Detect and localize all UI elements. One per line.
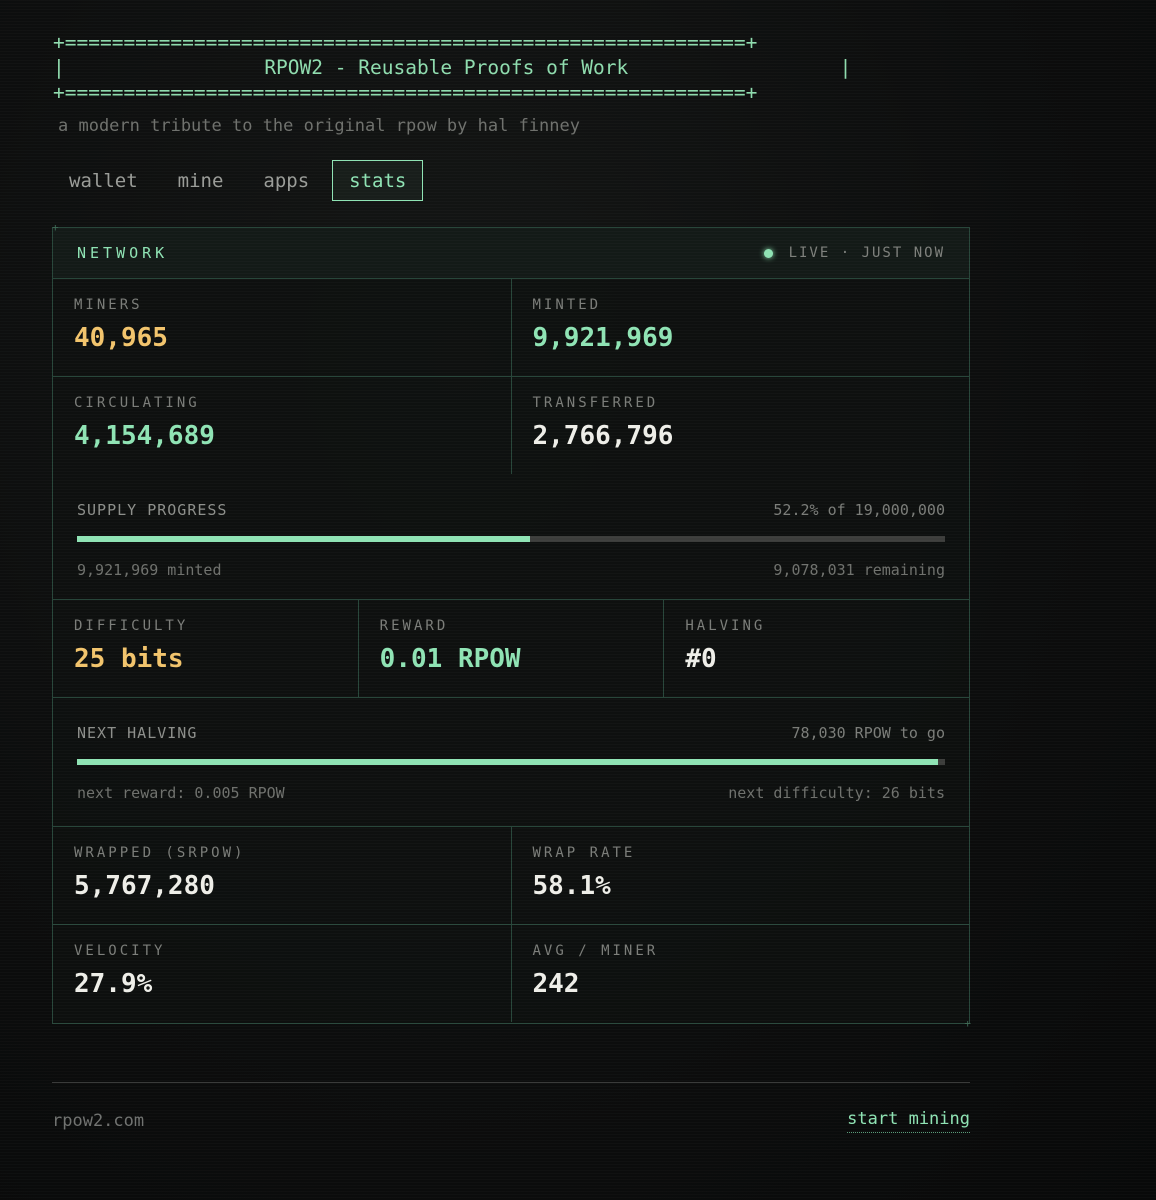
stat-label: AVG / MINER [532, 943, 659, 959]
stat-value: 5,767,280 [74, 871, 215, 901]
network-panel: + + NETWORK LIVE · JUST NOW MINERS 40,96… [52, 222, 971, 1029]
param-value: 0.01 RPOW [379, 644, 521, 674]
tagline: a modern tribute to the original rpow by… [58, 116, 580, 136]
stat-wrap-rate: WRAP RATE 58.1% [510, 827, 970, 924]
stat-value: 2,766,796 [532, 421, 674, 451]
stat-avg-per-miner: AVG / MINER 242 [510, 925, 970, 1022]
stat-circulating: CIRCULATING 4,154,689 [53, 377, 511, 474]
stat-value: 40,965 [74, 323, 168, 353]
param-value: #0 [685, 644, 717, 674]
supply-progress-summary: 52.2% of 19,000,000 [773, 501, 945, 519]
minted-text: 9,921,969 minted [77, 561, 222, 579]
supply-progress-label: SUPPLY PROGRESS [77, 501, 228, 519]
stat-wrapped: WRAPPED (SRPOW) 5,767,280 [53, 827, 511, 924]
param-value: 25 bits [74, 644, 184, 674]
corner-mark-bottom-right: + [964, 1017, 971, 1030]
nav-tabs: wallet mine apps stats [52, 160, 424, 201]
param-label: DIFFICULTY [74, 618, 189, 634]
supply-progress-section: SUPPLY PROGRESS 52.2% of 19,000,000 9,92… [53, 474, 969, 600]
stats-row: CIRCULATING 4,154,689 TRANSFERRED 2,766,… [53, 377, 969, 474]
velocity-stats-row: VELOCITY 27.9% AVG / MINER 242 [53, 925, 969, 1022]
stat-value: 9,921,969 [532, 323, 674, 353]
ascii-banner: +=======================================… [53, 31, 852, 104]
tab-apps[interactable]: apps [246, 160, 326, 201]
param-difficulty: DIFFICULTY 25 bits [53, 600, 358, 697]
remaining-text: 9,078,031 remaining [773, 561, 945, 579]
stat-transferred: TRANSFERRED 2,766,796 [510, 377, 970, 474]
panel-header: NETWORK LIVE · JUST NOW [53, 228, 969, 279]
stats-row: MINERS 40,965 MINTED 9,921,969 [53, 279, 969, 377]
supply-progress-fill [77, 536, 531, 542]
stat-label: VELOCITY [74, 943, 166, 959]
stat-value: 27.9% [74, 969, 153, 999]
params-row: DIFFICULTY 25 bits REWARD 0.01 RPOW HALV… [53, 600, 969, 698]
stat-minted: MINTED 9,921,969 [510, 279, 970, 376]
param-halving: HALVING #0 [663, 600, 969, 697]
stat-value: 242 [532, 969, 580, 999]
next-reward-text: next reward: 0.005 RPOW [77, 784, 285, 802]
next-halving-summary: 78,030 RPOW to go [791, 724, 945, 742]
stat-value: 4,154,689 [74, 421, 215, 451]
stat-value: 58.1% [532, 871, 611, 901]
next-halving-fill [77, 759, 939, 765]
param-label: HALVING [685, 618, 766, 634]
param-label: REWARD [379, 618, 449, 634]
stat-label: WRAPPED (SRPOW) [74, 845, 246, 861]
supply-progress-bar [77, 536, 945, 542]
panel-title: NETWORK [77, 244, 169, 262]
live-status-text: LIVE · JUST NOW [788, 245, 945, 261]
stat-label: CIRCULATING [74, 395, 200, 411]
stat-label: MINTED [532, 297, 602, 313]
tab-wallet[interactable]: wallet [52, 160, 155, 201]
stat-label: MINERS [74, 297, 143, 313]
stat-label: WRAP RATE [532, 845, 636, 861]
next-halving-bar [77, 759, 945, 765]
wrap-stats-row: WRAPPED (SRPOW) 5,767,280 WRAP RATE 58.1… [53, 827, 969, 925]
next-halving-section: NEXT HALVING 78,030 RPOW to go next rewa… [53, 698, 969, 827]
next-difficulty-text: next difficulty: 26 bits [728, 784, 945, 802]
start-mining-link[interactable]: start mining [847, 1109, 970, 1133]
stat-velocity: VELOCITY 27.9% [53, 925, 511, 1022]
corner-mark-top-left: + [52, 221, 59, 234]
footer-divider [52, 1082, 970, 1083]
stat-miners: MINERS 40,965 [53, 279, 511, 376]
param-reward: REWARD 0.01 RPOW [357, 600, 664, 697]
live-indicator: LIVE · JUST NOW [763, 245, 945, 261]
footer-domain: rpow2.com [52, 1111, 145, 1131]
stat-label: TRANSFERRED [532, 395, 659, 411]
tab-stats[interactable]: stats [332, 160, 424, 201]
live-dot-icon [763, 248, 773, 258]
tab-mine[interactable]: mine [161, 160, 241, 201]
next-halving-label: NEXT HALVING [77, 724, 198, 742]
